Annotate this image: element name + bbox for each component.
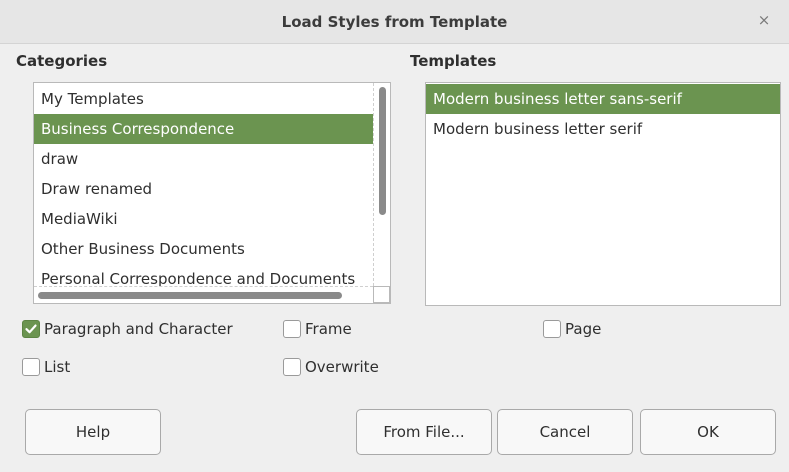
checkmark-icon	[22, 320, 40, 338]
page-checkbox[interactable]: Page	[543, 320, 601, 338]
category-item-draw-renamed[interactable]: Draw renamed	[34, 174, 374, 204]
vertical-scroll-thumb[interactable]	[379, 87, 386, 215]
close-icon[interactable]: ×	[753, 9, 775, 31]
categories-label: Categories	[16, 52, 108, 70]
templates-label: Templates	[410, 52, 497, 70]
paragraph-and-character-checkbox[interactable]: Paragraph and Character	[22, 320, 233, 338]
cancel-button[interactable]: Cancel	[497, 409, 633, 455]
vertical-scrollbar[interactable]	[373, 83, 390, 286]
checkbox-box	[22, 358, 40, 376]
page-label: Page	[565, 320, 602, 338]
checkbox-box	[283, 320, 301, 338]
overwrite-label: Overwrite	[305, 358, 379, 376]
help-button[interactable]: Help	[25, 409, 161, 455]
template-item-sans-serif[interactable]: Modern business letter sans-serif	[426, 84, 780, 114]
horizontal-scroll-thumb[interactable]	[38, 292, 342, 299]
frame-checkbox[interactable]: Frame	[283, 320, 352, 338]
frame-label: Frame	[305, 320, 352, 338]
template-item-serif[interactable]: Modern business letter serif	[426, 114, 780, 144]
templates-list[interactable]: Modern business letter sans-serif Modern…	[425, 82, 781, 306]
category-item-other-business-documents[interactable]: Other Business Documents	[34, 234, 374, 264]
checkbox-box	[283, 358, 301, 376]
paragraph-and-character-label: Paragraph and Character	[44, 320, 233, 338]
overwrite-checkbox[interactable]: Overwrite	[283, 358, 379, 376]
category-item-business-correspondence[interactable]: Business Correspondence	[34, 114, 374, 144]
horizontal-scrollbar[interactable]	[34, 286, 373, 303]
categories-list[interactable]: My Templates Business Correspondence dra…	[33, 82, 391, 304]
category-item-my-templates[interactable]: My Templates	[34, 84, 374, 114]
scroll-corner	[373, 286, 390, 303]
from-file-button[interactable]: From File...	[356, 409, 492, 455]
checkbox-box	[543, 320, 561, 338]
dialog-title: Load Styles from Template	[281, 13, 508, 31]
list-checkbox[interactable]: List	[22, 358, 70, 376]
title-bar: Load Styles from Template ×	[0, 0, 789, 44]
category-item-mediawiki[interactable]: MediaWiki	[34, 204, 374, 234]
ok-button[interactable]: OK	[640, 409, 776, 455]
list-label: List	[44, 358, 71, 376]
category-item-draw[interactable]: draw	[34, 144, 374, 174]
